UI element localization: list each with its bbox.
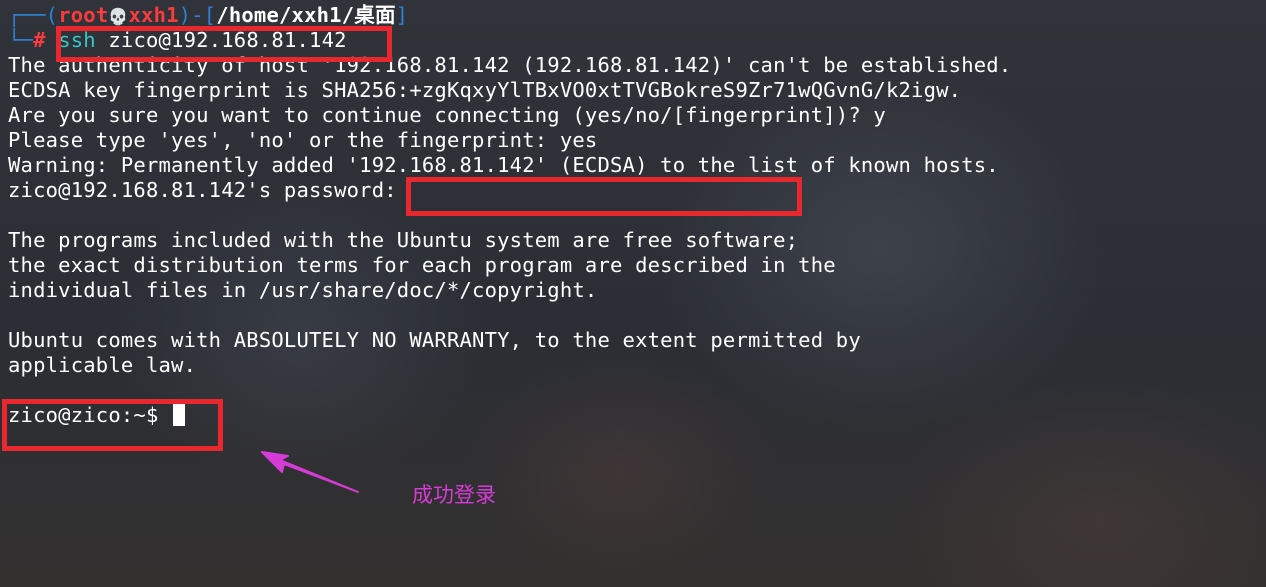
highlight-ssh-command — [56, 26, 392, 62]
highlight-remote-prompt — [2, 399, 223, 451]
skull-icon: 💀 — [108, 7, 129, 26]
prompt-host: xxh1 — [128, 3, 179, 27]
annotation-label: 成功登录 — [412, 483, 496, 507]
prompt-header-line: ┌──(root💀xxh1)-[/home/xxh1/桌面] — [8, 3, 1266, 28]
motd-line: the exact distribution terms for each pr… — [8, 253, 836, 277]
prompt-hash: # — [33, 28, 46, 52]
output-line: Warning: Permanently added '192.168.81.1… — [8, 153, 999, 177]
arrow-icon — [261, 451, 359, 493]
prompt-close-bracket: ] — [395, 3, 409, 27]
motd-line: The programs included with the Ubuntu sy… — [8, 228, 799, 252]
prompt-open-paren: ( — [45, 3, 59, 27]
prompt-frame-bottom: └─ — [8, 28, 34, 52]
prompt-cwd: /home/xxh1/桌面 — [216, 3, 396, 27]
output-line: Are you sure you want to continue connec… — [8, 103, 886, 127]
prompt-separator: )-[ — [178, 3, 217, 27]
prompt-user: root — [58, 3, 109, 27]
warranty-line: applicable law. — [8, 353, 197, 377]
output-line: Please type 'yes', 'no' or the fingerpri… — [8, 128, 598, 152]
motd-line: individual files in /usr/share/doc/*/cop… — [8, 278, 598, 302]
warranty-line: Ubuntu comes with ABSOLUTELY NO WARRANTY… — [8, 328, 861, 352]
highlight-password — [406, 177, 802, 216]
prompt-frame-top: ┌── — [8, 3, 46, 27]
output-line: ECDSA key fingerprint is SHA256:+zgKqxyY… — [8, 78, 962, 102]
terminal-window[interactable]: ┌──(root💀xxh1)-[/home/xxh1/桌面] └─# ssh z… — [8, 3, 1266, 587]
